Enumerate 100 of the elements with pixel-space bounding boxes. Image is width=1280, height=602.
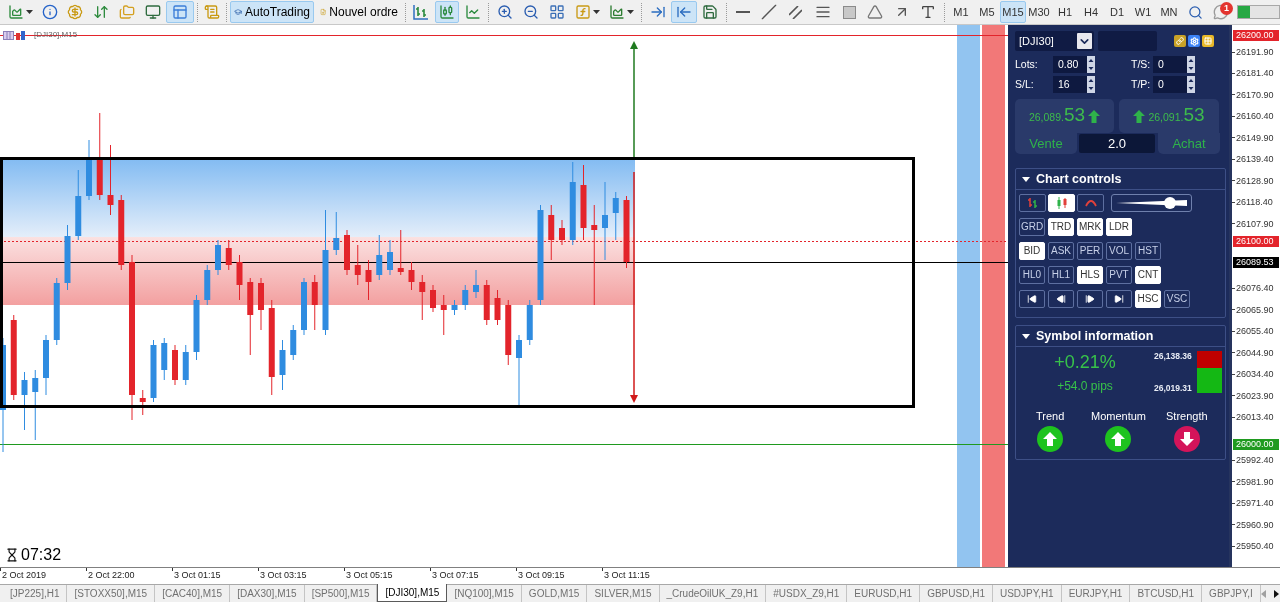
price-label: 26044.90 xyxy=(1235,346,1274,359)
toggle-button[interactable]: ASK xyxy=(1048,242,1074,260)
high-price: 26,138.36 xyxy=(1154,351,1192,361)
right-arrow-icon[interactable] xyxy=(1273,589,1279,598)
nav-button[interactable] xyxy=(1077,290,1103,308)
bullish-candle xyxy=(32,369,39,441)
chart-tab[interactable]: [NQ100],M15 xyxy=(447,585,522,602)
ask-price: 26,091.53 xyxy=(1148,104,1205,127)
toggle-button[interactable]: HL1 xyxy=(1048,266,1074,284)
chart-style-button[interactable] xyxy=(1077,194,1104,212)
dropdown-button[interactable] xyxy=(1077,33,1092,49)
toggle-button[interactable]: PER xyxy=(1077,242,1103,260)
chart-tab[interactable]: [CAC40],M15 xyxy=(155,585,231,602)
bid-price: 26,089.53 xyxy=(1028,104,1086,127)
sell-button[interactable]: 26,089.53 xyxy=(1015,99,1114,133)
chart-tab[interactable]: GOLD,M15 xyxy=(521,585,588,602)
area-chart-icon xyxy=(608,4,625,20)
timeframe-button[interactable]: M15 xyxy=(1000,1,1026,23)
stepper-arrows-icon[interactable] xyxy=(1187,76,1195,93)
buy-button[interactable]: 26,091.53 xyxy=(1119,99,1219,133)
toggle-button[interactable]: MRK xyxy=(1077,218,1103,236)
price-label: 25950.40 xyxy=(1235,540,1274,553)
chart-tab[interactable]: GBPUSD,H1 xyxy=(920,585,993,602)
settings-icon[interactable] xyxy=(1188,35,1200,47)
volume-field[interactable]: 2.0 xyxy=(1079,134,1155,153)
timeframe-button[interactable]: H4 xyxy=(1078,1,1104,23)
function-icon xyxy=(574,4,591,20)
stepper-arrows-icon[interactable] xyxy=(1087,56,1095,73)
nav-button[interactable] xyxy=(1019,290,1045,308)
timeframe-button[interactable]: D1 xyxy=(1104,1,1130,23)
number-field[interactable]: 0 xyxy=(1153,56,1187,73)
chart-tab[interactable]: #USDX_Z9,H1 xyxy=(766,585,848,602)
bullish-candle xyxy=(526,299,533,346)
chart-tab[interactable]: SILVER,M15 xyxy=(587,585,660,602)
timeframe-button[interactable]: MN xyxy=(1156,1,1182,23)
toggle-button[interactable]: GRD xyxy=(1019,218,1045,236)
timeframe-button[interactable]: M5 xyxy=(974,1,1000,23)
number-field[interactable]: 0 xyxy=(1153,76,1187,93)
nav-button[interactable] xyxy=(1048,290,1074,308)
timeframe-button[interactable]: W1 xyxy=(1130,1,1156,23)
stepper-arrows-icon[interactable] xyxy=(1087,76,1095,93)
toggle-button[interactable]: LDR xyxy=(1106,218,1132,236)
bullish-candle xyxy=(387,239,393,276)
chart-tab[interactable]: EURJPY,H1 xyxy=(1061,585,1131,602)
toggle-button[interactable]: HST xyxy=(1135,242,1161,260)
grid-icon[interactable] xyxy=(1202,35,1214,47)
toggle-button[interactable]: TRD xyxy=(1048,218,1074,236)
zoom-slider[interactable] xyxy=(1111,194,1192,212)
timeframe-button[interactable]: M30 xyxy=(1026,1,1052,23)
chart-tab[interactable]: [STOXX50],M15 xyxy=(67,585,156,602)
chart-tab[interactable]: [DJI30],M15 xyxy=(377,584,448,602)
number-field[interactable]: 0.80 xyxy=(1053,56,1087,73)
timeframe-button[interactable]: H1 xyxy=(1052,1,1078,23)
chart-tab[interactable]: EURUSD,H1 xyxy=(847,585,921,602)
price-tag: 26089.53 xyxy=(1233,257,1279,268)
toggle-button[interactable]: BID xyxy=(1019,242,1045,260)
toggle-button[interactable]: VOL xyxy=(1106,242,1132,260)
field-label: Lots: xyxy=(1015,56,1039,72)
info-icon xyxy=(42,4,58,20)
bearish-candle xyxy=(440,294,447,336)
timeframe-button[interactable]: M1 xyxy=(948,1,974,23)
price-label: 25992.40 xyxy=(1235,454,1274,467)
price-label: 26023.90 xyxy=(1235,389,1274,402)
chart-style-button[interactable] xyxy=(1019,194,1046,212)
toggle-button[interactable]: CNT xyxy=(1135,266,1161,284)
symbol-select[interactable]: [DJI30] xyxy=(1015,31,1094,51)
new-order-button[interactable]: Nouvel ordre xyxy=(316,1,402,23)
chart-tab[interactable]: _CrudeOilUK_Z9,H1 xyxy=(659,585,767,602)
section-header[interactable]: Symbol information xyxy=(1016,326,1225,347)
countdown-timer: 07:32 xyxy=(21,545,62,565)
triangle-icon xyxy=(867,4,883,20)
toggle-button[interactable]: HLS xyxy=(1077,266,1103,284)
chart-tab[interactable]: GBPJPY,I xyxy=(1202,585,1261,602)
toggle-button[interactable]: HL0 xyxy=(1019,266,1045,284)
bearish-candle xyxy=(236,254,243,301)
candlestick-icon xyxy=(439,4,455,20)
chart-tab[interactable]: [DAX30],M15 xyxy=(230,585,305,602)
notification-badge: 1 xyxy=(1220,2,1233,15)
bullish-candle xyxy=(64,224,71,291)
toggle-button[interactable]: HSC xyxy=(1135,290,1161,308)
stepper-arrows-icon[interactable] xyxy=(1187,56,1195,73)
link-icon[interactable] xyxy=(1174,35,1186,47)
chart-tab[interactable]: USDJPY,H1 xyxy=(992,585,1062,602)
autotrading-button[interactable]: AutoTrading xyxy=(230,1,314,23)
section-header[interactable]: Chart controls xyxy=(1016,169,1225,190)
number-field[interactable]: 16 xyxy=(1053,76,1087,93)
nav-button[interactable] xyxy=(1106,290,1132,308)
toggle-button[interactable]: VSC xyxy=(1164,290,1190,308)
bullish-candle xyxy=(53,277,60,346)
slider-thumb[interactable] xyxy=(1163,197,1176,209)
buy-label[interactable]: Achat xyxy=(1158,133,1220,154)
toolbar-button[interactable]: 1 xyxy=(1208,1,1234,23)
chart-tab[interactable]: BTCUSD,H1 xyxy=(1130,585,1203,602)
bearish-candle xyxy=(483,279,490,326)
toggle-button[interactable]: PVT xyxy=(1106,266,1132,284)
sell-label[interactable]: Vente xyxy=(1015,133,1077,154)
price-tag: 26100.00 xyxy=(1233,236,1279,247)
bearish-candle xyxy=(559,219,565,246)
folders-icon xyxy=(119,4,135,20)
chart-tab[interactable]: [JP225],H1 xyxy=(3,585,68,602)
